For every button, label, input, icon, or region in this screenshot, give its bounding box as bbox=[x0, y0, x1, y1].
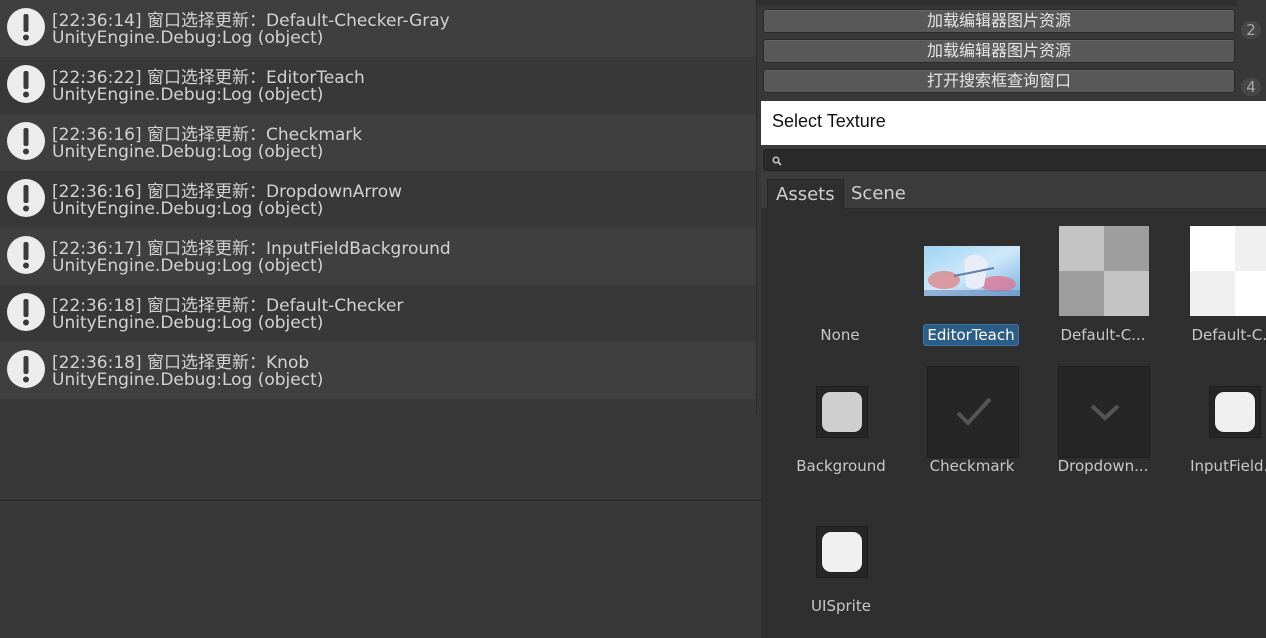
select-texture-window: Select Texture Assets Scene None EditorT… bbox=[761, 101, 1266, 638]
texture-label: Checkmark bbox=[929, 457, 1015, 475]
log-entry[interactable]: [22:36:18] 窗口选择更新：Default-Checker UnityE… bbox=[0, 285, 756, 342]
log-entry[interactable]: [22:36:14] 窗口选择更新：Default-Checker-Gray U… bbox=[0, 0, 756, 57]
picker-tab-bar: Assets Scene bbox=[761, 177, 1266, 209]
load-editor-image-button-2[interactable]: 加载编辑器图片资源 bbox=[763, 39, 1235, 63]
checker-thumbnail bbox=[1190, 226, 1266, 316]
tab-assets[interactable]: Assets bbox=[767, 179, 844, 209]
inputfield-thumbnail bbox=[1215, 392, 1255, 432]
texture-item-editorteach[interactable]: EditorTeach bbox=[916, 222, 1026, 352]
search-input[interactable] bbox=[763, 149, 1266, 171]
texture-label: EditorTeach bbox=[916, 324, 1026, 346]
log-entry[interactable]: [22:36:22] 窗口选择更新：EditorTeach UnityEngin… bbox=[0, 57, 756, 114]
texture-label: Default-C... bbox=[1191, 326, 1266, 344]
texture-label: Dropdown... bbox=[1057, 457, 1149, 475]
console-log-list[interactable]: [22:36:14] 窗口选择更新：Default-Checker-Gray U… bbox=[0, 0, 756, 500]
search-bar bbox=[761, 145, 1266, 177]
checkmark-icon bbox=[956, 397, 992, 426]
log-stacktrace: UnityEngine.Debug:Log (object) bbox=[52, 370, 324, 390]
texture-item-inputfield[interactable]: InputField... bbox=[1179, 361, 1266, 491]
count-badge: 4 bbox=[1241, 78, 1261, 96]
checker-gray-thumbnail bbox=[1059, 226, 1149, 316]
tab-scene[interactable]: Scene bbox=[843, 179, 914, 209]
texture-item-dropdownarrow[interactable]: Dropdown... bbox=[1048, 361, 1158, 491]
window-titlebar[interactable]: Select Texture bbox=[761, 101, 1266, 145]
texture-item-default-checker[interactable]: Default-C... bbox=[1179, 222, 1266, 352]
log-stacktrace: UnityEngine.Debug:Log (object) bbox=[52, 256, 324, 276]
log-stacktrace: UnityEngine.Debug:Log (object) bbox=[52, 28, 324, 48]
background-thumbnail bbox=[822, 392, 862, 432]
texture-item-default-checker-gray[interactable]: Default-C... bbox=[1048, 222, 1158, 352]
warning-exclamation-icon bbox=[7, 350, 45, 388]
texture-label: Default-C... bbox=[1060, 326, 1146, 344]
texture-label: Background bbox=[796, 457, 886, 475]
warning-exclamation-icon bbox=[7, 122, 45, 160]
window-title: Select Texture bbox=[772, 111, 886, 131]
log-entry[interactable]: [22:36:16] 窗口选择更新：Checkmark UnityEngine.… bbox=[0, 114, 756, 171]
search-icon bbox=[772, 156, 782, 166]
checkmark-thumbnail-frame bbox=[927, 366, 1019, 458]
open-search-window-button[interactable]: 打开搜索框查询窗口 bbox=[763, 69, 1235, 93]
load-editor-image-button[interactable]: 加载编辑器图片资源 bbox=[763, 9, 1235, 33]
warning-exclamation-icon bbox=[7, 293, 45, 331]
log-entry[interactable]: [22:36:16] 窗口选择更新：DropdownArrow UnityEng… bbox=[0, 171, 756, 228]
log-stacktrace: UnityEngine.Debug:Log (object) bbox=[52, 142, 324, 162]
warning-exclamation-icon bbox=[7, 179, 45, 217]
uisprite-thumbnail-frame bbox=[816, 526, 868, 578]
background-thumbnail-frame bbox=[816, 386, 868, 438]
log-stacktrace: UnityEngine.Debug:Log (object) bbox=[52, 313, 324, 333]
texture-label: UISprite bbox=[811, 597, 871, 615]
log-stacktrace: UnityEngine.Debug:Log (object) bbox=[52, 85, 324, 105]
texture-label: None bbox=[820, 326, 860, 344]
log-entry[interactable]: [22:36:17] 窗口选择更新：InputFieldBackground U… bbox=[0, 228, 756, 285]
log-entry[interactable]: [22:36:18] 窗口选择更新：Knob UnityEngine.Debug… bbox=[0, 342, 756, 399]
log-stacktrace: UnityEngine.Debug:Log (object) bbox=[52, 199, 324, 219]
dropdown-thumbnail-frame bbox=[1058, 366, 1150, 458]
texture-item-none[interactable]: None bbox=[785, 222, 895, 352]
count-badge: 2 bbox=[1241, 21, 1261, 39]
texture-item-uisprite[interactable]: UISprite bbox=[786, 501, 896, 631]
texture-item-background[interactable]: Background bbox=[786, 361, 896, 491]
uisprite-thumbnail bbox=[822, 532, 862, 572]
inputfield-thumbnail-frame bbox=[1209, 386, 1261, 438]
console-detail-area[interactable] bbox=[0, 501, 762, 638]
editorteach-thumbnail bbox=[924, 246, 1020, 296]
warning-exclamation-icon bbox=[7, 65, 45, 103]
inspector-top-strip bbox=[757, 0, 1237, 6]
texture-grid: None EditorTeach Default-C... Default-C … bbox=[761, 209, 1266, 638]
warning-exclamation-icon bbox=[7, 8, 45, 46]
chevron-down-icon bbox=[1090, 404, 1120, 421]
warning-exclamation-icon bbox=[7, 236, 45, 274]
texture-label: InputField... bbox=[1190, 457, 1266, 475]
console-panel: [22:36:14] 窗口选择更新：Default-Checker-Gray U… bbox=[0, 0, 762, 638]
texture-item-checkmark[interactable]: Checkmark bbox=[917, 361, 1027, 491]
